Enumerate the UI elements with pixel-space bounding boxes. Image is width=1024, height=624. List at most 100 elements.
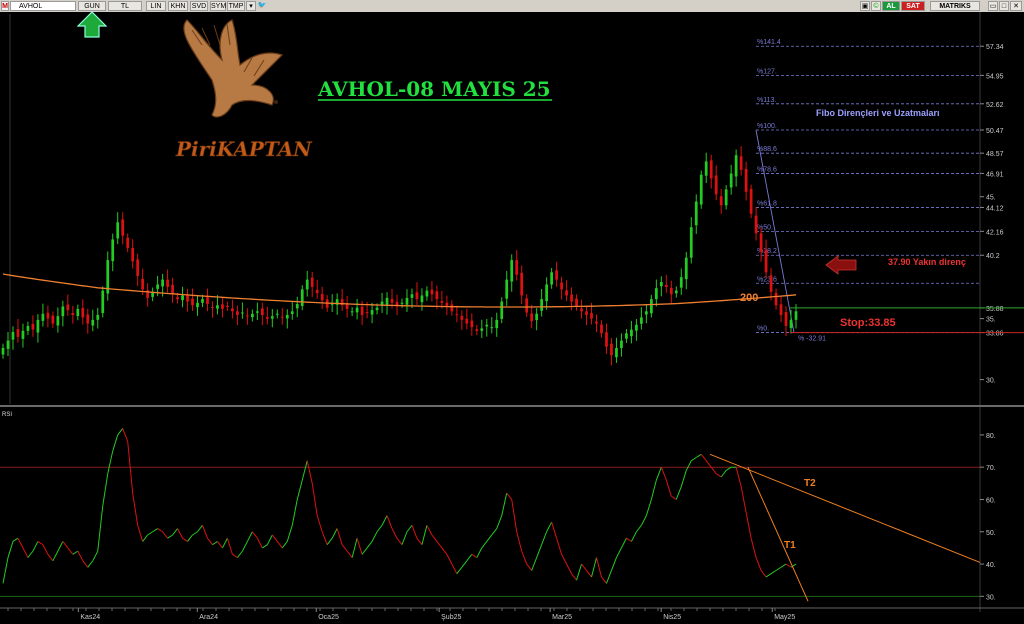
candle-body xyxy=(565,290,568,296)
checkbox-icon[interactable]: ▾ xyxy=(246,1,256,11)
date-label: Kas24 xyxy=(80,614,100,621)
candle-body xyxy=(689,227,693,258)
candle-body xyxy=(470,320,474,328)
candle-body xyxy=(580,308,583,312)
candle-body xyxy=(66,304,70,311)
candle-body xyxy=(490,327,494,329)
candle-body xyxy=(255,311,259,313)
fib-label: %0. xyxy=(757,326,769,333)
symbol-field[interactable]: AVHOL xyxy=(10,1,76,11)
t1-label: T1 xyxy=(784,540,796,551)
refresh-icon[interactable]: © xyxy=(871,1,881,11)
candle-body xyxy=(46,312,50,319)
candle-body xyxy=(56,316,60,326)
candle-button[interactable]: KHN xyxy=(168,1,188,11)
candle-body xyxy=(495,319,499,329)
rsi-tick-label: 60. xyxy=(986,497,996,504)
price-tick-label: 44.12 xyxy=(986,205,1004,212)
line-button[interactable]: LIN xyxy=(146,1,166,11)
svd-button[interactable]: SVD xyxy=(190,1,208,11)
date-label: Şub25 xyxy=(441,614,461,621)
candle-body xyxy=(11,332,15,340)
twitter-icon[interactable]: 🐦 xyxy=(257,1,267,11)
candle-body xyxy=(674,290,678,294)
candle-body xyxy=(91,319,95,326)
fib-label: %23.6 xyxy=(757,276,777,283)
price-tick-label: 33.86 xyxy=(986,331,1004,338)
candle-body xyxy=(525,298,529,313)
candle-body xyxy=(201,299,204,303)
menu-button[interactable]: M xyxy=(1,1,9,11)
candle-body xyxy=(156,284,159,289)
candle-body xyxy=(176,297,179,300)
candle-body xyxy=(659,282,663,287)
candle-body xyxy=(400,302,404,304)
candle-body xyxy=(744,168,748,192)
chart-area: %141.4%127.%113.%100.%88.6%78.6%61.8%50.… xyxy=(0,12,1024,624)
candle-body xyxy=(520,272,524,296)
candle-body xyxy=(500,301,504,319)
date-label: Nis25 xyxy=(663,614,681,621)
candle-body xyxy=(111,239,115,262)
ma-label: 200 xyxy=(740,292,758,304)
minimize-icon[interactable]: ▭ xyxy=(988,1,998,11)
buy-button[interactable]: AL xyxy=(882,1,900,11)
candle-body xyxy=(385,297,389,305)
candle-body xyxy=(704,161,708,176)
price-tick-label: 45. xyxy=(986,195,996,202)
maximize-icon[interactable]: □ xyxy=(999,1,1009,11)
candle-body xyxy=(36,319,40,333)
symbol-button[interactable]: SYM xyxy=(210,1,226,11)
candle-body xyxy=(605,332,608,347)
candle-body xyxy=(615,347,618,358)
fib-label: %113. xyxy=(757,97,776,104)
candle-body xyxy=(555,270,558,280)
candle-body xyxy=(280,316,284,318)
candle-body xyxy=(789,319,793,328)
candle-body xyxy=(310,277,314,287)
candle-body xyxy=(31,324,35,330)
template-button[interactable]: TMP xyxy=(227,1,245,11)
candle-body xyxy=(171,284,174,295)
candle-body xyxy=(724,189,728,206)
candle-body xyxy=(415,292,419,300)
candle-body xyxy=(679,277,683,288)
candle-body xyxy=(480,328,484,331)
candle-body xyxy=(315,289,319,294)
candle-body xyxy=(16,329,20,337)
fib-label: %61.8 xyxy=(757,200,777,207)
candle-body xyxy=(664,284,668,287)
close-icon[interactable]: ✕ xyxy=(1010,1,1022,11)
candle-body xyxy=(545,284,549,302)
price-tick-label: 52.62 xyxy=(986,102,1004,109)
candle-body xyxy=(206,297,209,305)
candle-body xyxy=(270,316,274,319)
rsi-tick-label: 80. xyxy=(986,433,996,440)
price-tick-label: 57.34 xyxy=(986,44,1004,51)
candle-body xyxy=(231,308,234,312)
brand-label: MATRIKS xyxy=(930,1,980,11)
date-label: Oca25 xyxy=(318,614,339,621)
candle-body xyxy=(285,314,289,319)
rsi-tick-label: 40. xyxy=(986,562,996,569)
candle-body xyxy=(540,299,544,311)
candle-body xyxy=(430,289,434,295)
candle-body xyxy=(216,305,219,309)
candle-body xyxy=(425,290,429,297)
candle-body xyxy=(669,287,673,295)
t2-label: T2 xyxy=(804,478,816,489)
color-icon[interactable]: ▣ xyxy=(860,1,870,11)
fib-label: %78.6 xyxy=(757,166,777,173)
candle-body xyxy=(101,290,105,314)
date-label: Ara24 xyxy=(199,614,218,621)
candle-body xyxy=(784,312,788,326)
currency-button[interactable]: TL xyxy=(108,1,142,11)
candle-body xyxy=(759,233,763,252)
fib-label: %50. xyxy=(757,224,773,231)
period-button[interactable]: GUN xyxy=(78,1,106,11)
candle-body xyxy=(116,222,120,239)
candle-body xyxy=(485,324,489,327)
sell-button[interactable]: SAT xyxy=(901,1,925,11)
fib-label: %100. xyxy=(757,123,777,130)
candle-body xyxy=(714,175,718,195)
